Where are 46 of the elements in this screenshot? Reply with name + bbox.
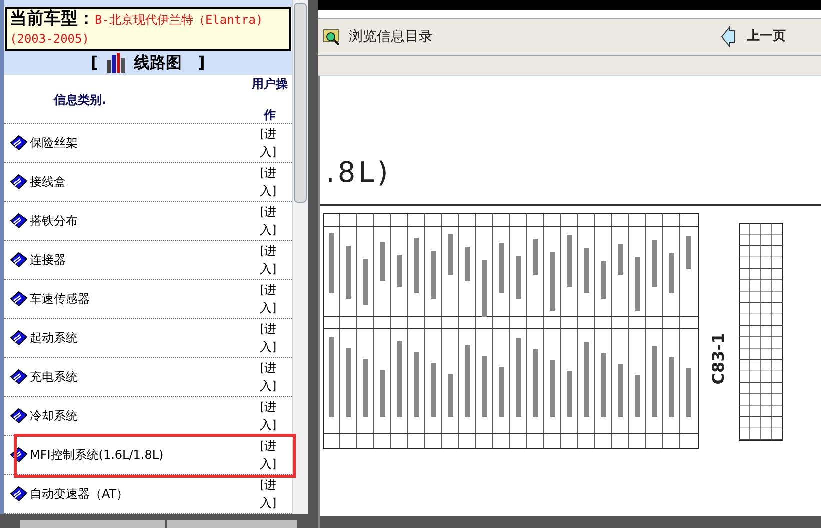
book-icon [10, 291, 28, 307]
enter-link[interactable]: [进入] [260, 242, 286, 278]
book-icon [10, 486, 28, 502]
car-model-text: 当前车型：B-北京现代伊兰特（Elantra)(2003-2005) [10, 9, 264, 47]
book-icon [10, 213, 28, 229]
category-link[interactable]: 车速传感器 [30, 290, 90, 308]
enter-link[interactable]: [进入] [260, 320, 286, 356]
section-title: 线路图 [134, 52, 182, 74]
category-link[interactable]: MFI控制系统(1.6L/1.8L) [30, 446, 164, 464]
scrollbar-thumb[interactable] [167, 520, 297, 528]
category-link[interactable]: 自动变速器（AT） [30, 485, 129, 503]
category-link[interactable]: 连接器 [30, 251, 66, 269]
book-icon [10, 135, 28, 151]
category-link[interactable]: 充电系统 [30, 368, 78, 386]
document-heading: .8L) [326, 156, 392, 189]
browse-catalog-button[interactable]: 浏览信息目录 [323, 26, 433, 48]
book-icon [10, 408, 28, 424]
left-arrow-icon [721, 25, 737, 49]
book-icon [10, 252, 28, 268]
enter-link[interactable]: [进入] [260, 125, 286, 161]
book-icon [10, 330, 28, 346]
book-icon [10, 369, 28, 385]
book-icon [10, 174, 28, 190]
category-link[interactable]: 冷却系统 [30, 407, 78, 425]
enter-link[interactable]: [进入] [260, 398, 286, 434]
folder-search-icon [323, 28, 341, 46]
bracket-text: ] [198, 52, 206, 74]
enter-link[interactable]: [进入] [260, 359, 286, 395]
column-header: 信息类别. [54, 93, 107, 107]
column-header: 用户操作 [252, 77, 288, 122]
scrollbar[interactable] [292, 0, 308, 514]
category-link[interactable]: 起动系统 [30, 329, 78, 347]
enter-link[interactable]: [进入] [260, 476, 286, 512]
bracket-text: [ [90, 52, 98, 74]
connector-label: C83-1 [708, 333, 729, 385]
enter-link[interactable]: [进入] [260, 203, 286, 239]
enter-link[interactable]: [进入] [260, 281, 286, 317]
books-icon [106, 52, 126, 74]
category-link[interactable]: 搭铁分布 [30, 212, 78, 230]
enter-link[interactable]: [进入] [260, 437, 286, 473]
scrollbar-thumb[interactable] [20, 520, 165, 528]
category-link[interactable]: 接线盒 [30, 173, 66, 191]
category-link[interactable]: 保险丝架 [30, 134, 78, 152]
previous-page-button[interactable]: 上一页 [721, 25, 786, 49]
enter-link[interactable]: [进入] [260, 164, 286, 200]
book-icon [10, 447, 28, 463]
